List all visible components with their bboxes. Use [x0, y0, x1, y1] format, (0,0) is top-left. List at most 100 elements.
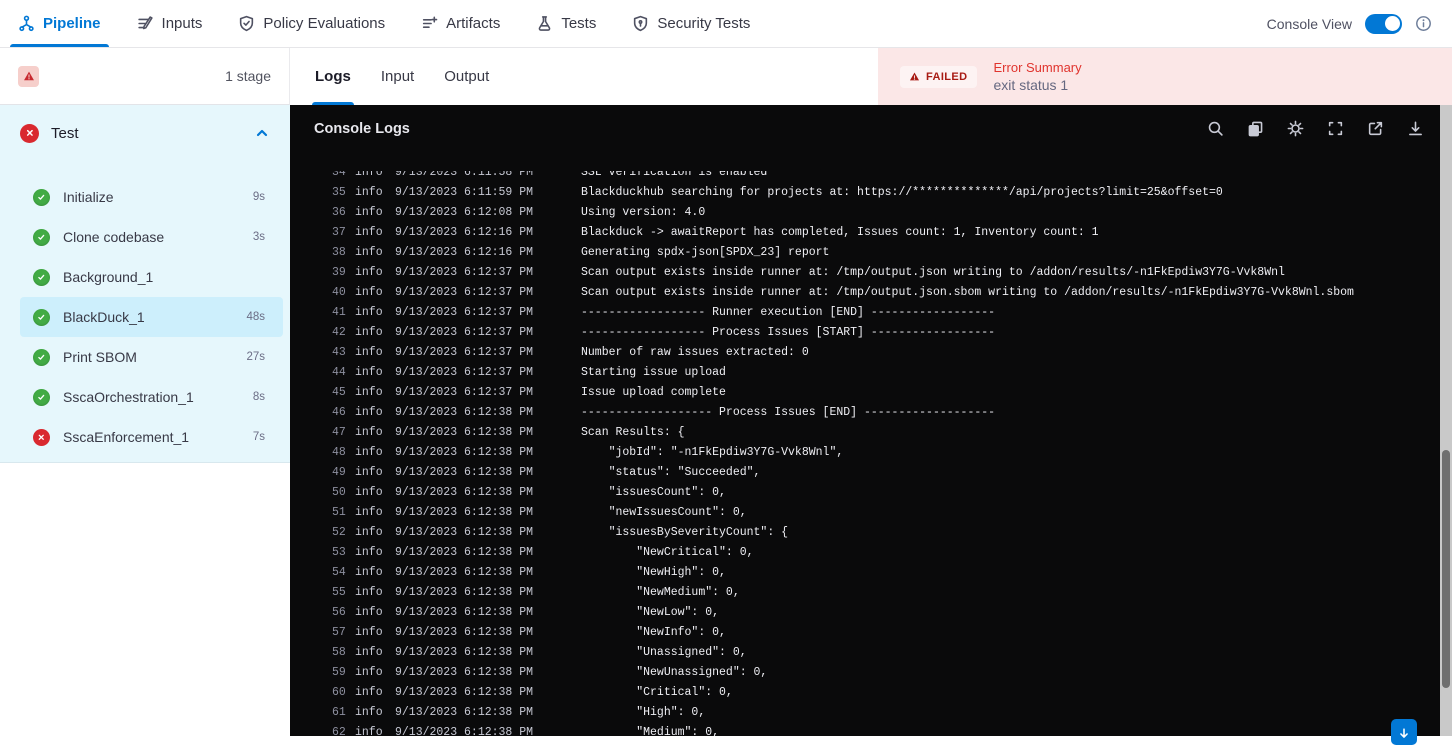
- log-timestamp: 9/13/2023 6:11:58 PM: [395, 171, 581, 183]
- log-timestamp: 9/13/2023 6:12:38 PM: [395, 643, 581, 663]
- log-level: info: [355, 723, 395, 736]
- log-line-number: 39: [332, 263, 355, 283]
- step-blackduck-1[interactable]: BlackDuck_148s: [20, 297, 283, 337]
- tab-label: Artifacts: [446, 15, 500, 32]
- log-line-number: 55: [332, 583, 355, 603]
- fullscreen-icon[interactable]: [1327, 120, 1344, 137]
- log-line-number: 62: [332, 723, 355, 736]
- log-message: "NewUnassigned": 0,: [581, 663, 767, 683]
- log-timestamp: 9/13/2023 6:12:38 PM: [395, 723, 581, 736]
- log-level: info: [355, 503, 395, 523]
- log-line-62: 62info9/13/2023 6:12:38 PM "Medium": 0,: [290, 723, 1440, 736]
- log-line-number: 36: [332, 203, 355, 223]
- tab-security-tests[interactable]: Security Tests: [632, 0, 750, 47]
- log-line-number: 56: [332, 603, 355, 623]
- console-view-toggle[interactable]: [1365, 14, 1402, 34]
- tab-label: Inputs: [162, 15, 203, 32]
- console-toolbar: [1207, 120, 1424, 137]
- log-message: Scan output exists inside runner at: /tm…: [581, 263, 1285, 283]
- log-line-number: 41: [332, 303, 355, 323]
- log-timestamp: 9/13/2023 6:12:38 PM: [395, 423, 581, 443]
- log-timestamp: 9/13/2023 6:12:38 PM: [395, 523, 581, 543]
- log-message: "issuesCount": 0,: [581, 483, 726, 503]
- error-message: exit status 1: [994, 77, 1082, 93]
- tab-logs[interactable]: Logs: [315, 48, 351, 105]
- step-print-sbom[interactable]: Print SBOM27s: [20, 337, 283, 377]
- step-initialize[interactable]: Initialize9s: [20, 177, 283, 217]
- tab-inputs[interactable]: Inputs: [137, 0, 203, 47]
- tab-policy-evaluations[interactable]: Policy Evaluations: [238, 0, 385, 47]
- log-line-number: 58: [332, 643, 355, 663]
- console-scrollbar[interactable]: [1440, 105, 1452, 736]
- log-message: Number of raw issues extracted: 0: [581, 343, 809, 363]
- step-sscaenforcement-1[interactable]: SscaEnforcement_17s: [20, 417, 283, 457]
- log-level: info: [355, 171, 395, 183]
- log-level: info: [355, 403, 395, 423]
- log-message: Scan Results: {: [581, 423, 685, 443]
- policy-icon: [238, 15, 255, 32]
- toggle-knob: [1385, 16, 1400, 31]
- step-background-1[interactable]: Background_1: [20, 257, 283, 297]
- log-line-37: 37info9/13/2023 6:12:16 PMBlackduck -> a…: [290, 223, 1440, 243]
- step-name: SscaEnforcement_1: [63, 429, 189, 445]
- log-line-48: 48info9/13/2023 6:12:38 PM "jobId": "-n1…: [290, 443, 1440, 463]
- open-in-new-icon[interactable]: [1367, 120, 1384, 137]
- log-lines: 34info9/13/2023 6:11:58 PMSSL verificati…: [290, 171, 1440, 736]
- log-timestamp: 9/13/2023 6:12:38 PM: [395, 683, 581, 703]
- console-logs-title: Console Logs: [314, 121, 410, 137]
- log-line-41: 41info9/13/2023 6:12:37 PM--------------…: [290, 303, 1440, 323]
- settings-icon[interactable]: [1287, 120, 1304, 137]
- log-timestamp: 9/13/2023 6:12:38 PM: [395, 703, 581, 723]
- check-circle-icon: [33, 229, 50, 246]
- scroll-to-bottom-button[interactable]: [1391, 719, 1417, 745]
- stage-header[interactable]: Test: [0, 105, 290, 161]
- log-message: Blackduck -> awaitReport has completed, …: [581, 223, 1099, 243]
- step-list: Initialize9sClone codebase3sBackground_1…: [0, 177, 290, 457]
- log-timestamp: 9/13/2023 6:12:38 PM: [395, 583, 581, 603]
- log-timestamp: 9/13/2023 6:12:38 PM: [395, 503, 581, 523]
- copy-icon[interactable]: [1247, 120, 1264, 137]
- log-level: info: [355, 283, 395, 303]
- tab-input[interactable]: Input: [381, 48, 414, 105]
- log-timestamp: 9/13/2023 6:12:38 PM: [395, 663, 581, 683]
- console-scrollbar-thumb[interactable]: [1442, 450, 1450, 688]
- pipeline-icon: [18, 15, 35, 32]
- check-circle-icon: [33, 269, 50, 286]
- step-clone-codebase[interactable]: Clone codebase3s: [20, 217, 283, 257]
- step-name: Clone codebase: [63, 229, 164, 245]
- download-icon[interactable]: [1407, 120, 1424, 137]
- log-message: "NewLow": 0,: [581, 603, 719, 623]
- tab-tests[interactable]: Tests: [536, 0, 596, 47]
- log-view-tabs: Logs Input Output: [315, 48, 489, 105]
- tab-pipeline[interactable]: Pipeline: [18, 0, 101, 47]
- failed-badge-label: FAILED: [926, 71, 968, 83]
- log-timestamp: 9/13/2023 6:12:37 PM: [395, 343, 581, 363]
- log-timestamp: 9/13/2023 6:12:16 PM: [395, 243, 581, 263]
- console-logs-panel: Console Logs 34info9/13/2023 6:11:58 PMS…: [290, 105, 1452, 736]
- log-line-number: 35: [332, 183, 355, 203]
- log-timestamp: 9/13/2023 6:12:16 PM: [395, 223, 581, 243]
- step-sscaorchestration-1[interactable]: SscaOrchestration_18s: [20, 377, 283, 417]
- check-circle-icon: [33, 349, 50, 366]
- log-line-52: 52info9/13/2023 6:12:38 PM "issuesBySeve…: [290, 523, 1440, 543]
- stage-name: Test: [51, 125, 79, 142]
- log-line-number: 47: [332, 423, 355, 443]
- log-line-50: 50info9/13/2023 6:12:38 PM "issuesCount"…: [290, 483, 1440, 503]
- log-level: info: [355, 603, 395, 623]
- log-line-number: 40: [332, 283, 355, 303]
- stage-status-failed-icon: [20, 124, 39, 143]
- log-line-number: 53: [332, 543, 355, 563]
- tab-artifacts[interactable]: Artifacts: [421, 0, 500, 47]
- info-icon[interactable]: [1415, 15, 1432, 32]
- log-level: info: [355, 523, 395, 543]
- log-line-number: 46: [332, 403, 355, 423]
- log-viewport[interactable]: 34info9/13/2023 6:11:58 PMSSL verificati…: [290, 171, 1440, 736]
- log-line-53: 53info9/13/2023 6:12:38 PM "NewCritical"…: [290, 543, 1440, 563]
- search-icon[interactable]: [1207, 120, 1224, 137]
- step-duration: 9s: [253, 191, 265, 203]
- error-banner: FAILED Error Summary exit status 1: [878, 48, 1452, 105]
- log-timestamp: 9/13/2023 6:12:38 PM: [395, 483, 581, 503]
- tab-output[interactable]: Output: [444, 48, 489, 105]
- log-line-59: 59info9/13/2023 6:12:38 PM "NewUnassigne…: [290, 663, 1440, 683]
- log-line-number: 43: [332, 343, 355, 363]
